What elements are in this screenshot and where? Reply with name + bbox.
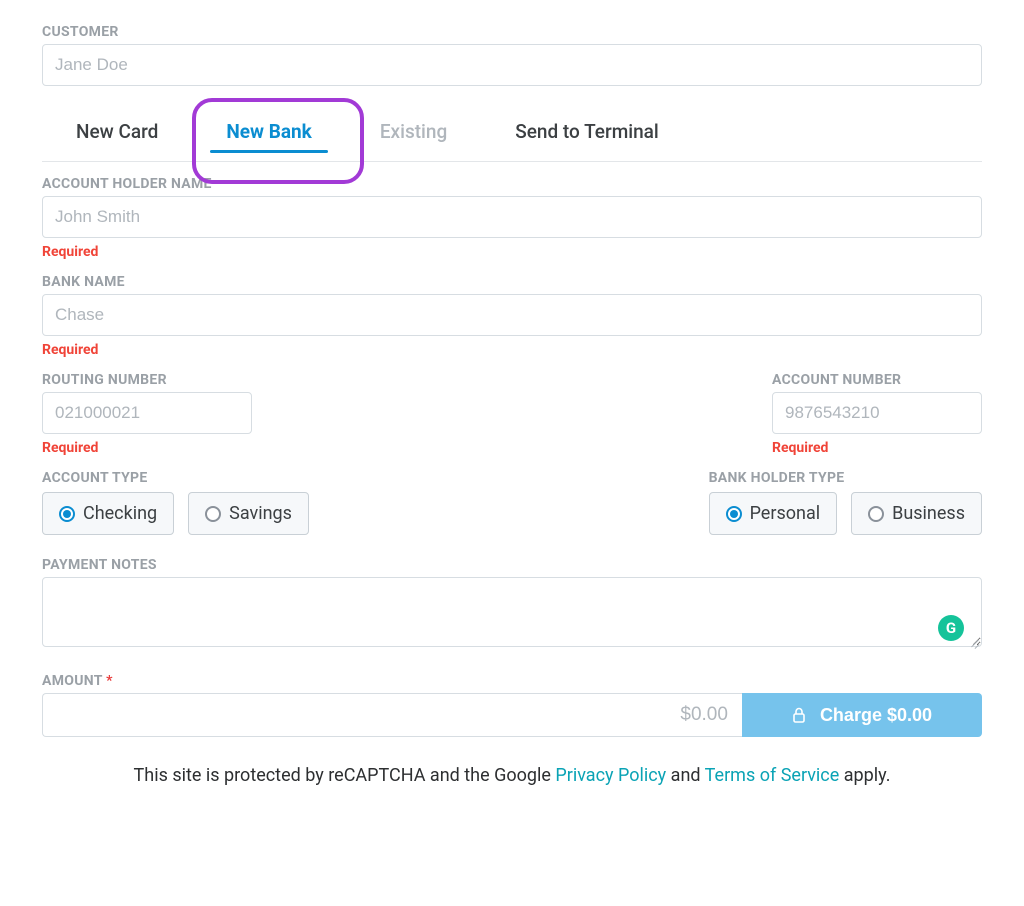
- tab-new-bank[interactable]: New Bank: [192, 104, 345, 161]
- tab-send-to-terminal[interactable]: Send to Terminal: [481, 104, 693, 161]
- payment-method-tabs: New Card New Bank Existing Send to Termi…: [42, 104, 982, 162]
- payment-notes-input[interactable]: [42, 577, 982, 647]
- account-number-label: ACCOUNT NUMBER: [772, 372, 982, 388]
- account-number-error: Required: [772, 440, 982, 456]
- customer-label: CUSTOMER: [42, 24, 982, 40]
- charge-button-label: Charge $0.00: [820, 705, 932, 726]
- radio-label: Savings: [229, 503, 292, 524]
- radio-icon: [205, 506, 221, 522]
- bank-holder-business[interactable]: Business: [851, 492, 982, 535]
- bank-name-label: BANK NAME: [42, 274, 982, 290]
- routing-input[interactable]: [42, 392, 252, 434]
- radio-icon: [726, 506, 742, 522]
- radio-label: Personal: [750, 503, 821, 524]
- account-type-savings[interactable]: Savings: [188, 492, 309, 535]
- account-holder-error: Required: [42, 244, 982, 260]
- radio-label: Checking: [83, 503, 157, 524]
- customer-input[interactable]: [42, 44, 982, 86]
- bank-holder-type-label: BANK HOLDER TYPE: [709, 470, 982, 486]
- amount-input[interactable]: [42, 693, 742, 737]
- account-holder-label: ACCOUNT HOLDER NAME: [42, 176, 982, 192]
- account-type-label: ACCOUNT TYPE: [42, 470, 309, 486]
- required-star-icon: *: [106, 673, 113, 689]
- payment-notes-label: PAYMENT NOTES: [42, 557, 982, 573]
- amount-label: AMOUNT *: [42, 673, 982, 689]
- account-number-input[interactable]: [772, 392, 982, 434]
- recaptcha-footer: This site is protected by reCAPTCHA and …: [42, 765, 982, 786]
- account-holder-input[interactable]: [42, 196, 982, 238]
- bank-holder-personal[interactable]: Personal: [709, 492, 838, 535]
- charge-button[interactable]: Charge $0.00: [742, 693, 982, 737]
- bank-name-error: Required: [42, 342, 982, 358]
- radio-label: Business: [892, 503, 965, 524]
- tab-new-card[interactable]: New Card: [42, 104, 192, 161]
- radio-icon: [868, 506, 884, 522]
- grammarly-icon[interactable]: G: [938, 615, 964, 641]
- bank-name-input[interactable]: [42, 294, 982, 336]
- privacy-policy-link[interactable]: Privacy Policy: [555, 765, 666, 786]
- terms-of-service-link[interactable]: Terms of Service: [705, 765, 840, 786]
- radio-icon: [59, 506, 75, 522]
- tab-existing[interactable]: Existing: [346, 104, 481, 161]
- routing-error: Required: [42, 440, 252, 456]
- account-type-checking[interactable]: Checking: [42, 492, 174, 535]
- lock-icon: [792, 707, 806, 723]
- routing-label: ROUTING NUMBER: [42, 372, 252, 388]
